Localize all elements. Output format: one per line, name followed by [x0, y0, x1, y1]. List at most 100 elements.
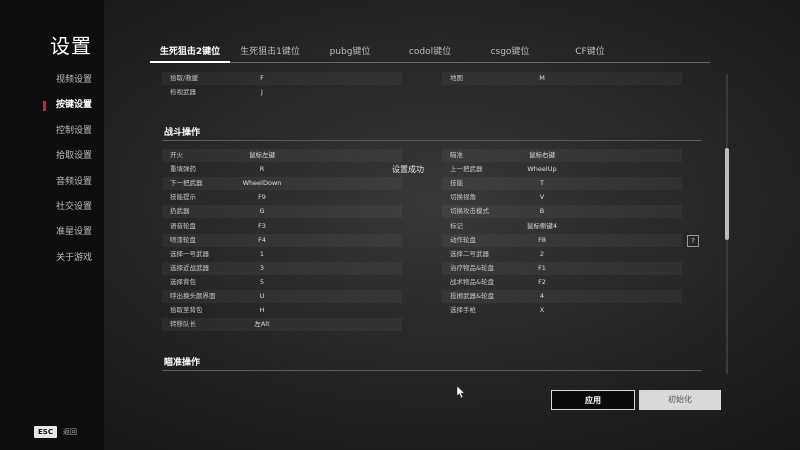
back-control[interactable]: ESC 返回: [34, 426, 77, 438]
keybind-key-value[interactable]: F: [222, 72, 302, 85]
keybind-key-value[interactable]: F8: [502, 234, 582, 247]
keybind-row[interactable]: 开火 鼠标左键: [162, 149, 402, 162]
keybind-row[interactable]: 治疗物品&轮盘 F1: [442, 261, 682, 275]
keybind-action-label: 选择一号武器: [170, 249, 209, 258]
keybind-key-value[interactable]: F4: [222, 234, 302, 247]
keybind-key-value[interactable]: 左Alt: [222, 318, 302, 331]
section-title-combat: 战斗操作: [164, 128, 201, 138]
tab-preset[interactable]: csgo键位: [470, 44, 550, 62]
keybind-row[interactable]: 切换攻击模式 B: [442, 205, 682, 219]
keybind-key-value[interactable]: R: [222, 163, 302, 176]
sidebar-item[interactable]: 社交设置: [0, 195, 104, 220]
keybind-row[interactable]: 转移队长 左Alt: [162, 318, 402, 332]
keybind-key-value[interactable]: U: [222, 290, 302, 303]
tab-preset[interactable]: pubg键位: [310, 44, 390, 62]
keybind-key-value[interactable]: 2: [502, 248, 582, 261]
keybind-key-value[interactable]: 3: [222, 262, 302, 275]
keybind-key-value[interactable]: 5: [222, 276, 302, 289]
keybind-row[interactable]: 呼出换头颜界面 U: [162, 290, 402, 303]
page-title: 设置: [50, 34, 92, 58]
keybind-row[interactable]: 拾取至背包 H: [162, 304, 402, 317]
keybind-row[interactable]: 选择近战武器 3: [162, 261, 402, 275]
keybind-action-label: 战术物品&轮盘: [450, 277, 495, 286]
keybind-row[interactable]: 瞄准 鼠标右键: [442, 149, 682, 162]
keybind-key-value[interactable]: WheelUp: [502, 163, 582, 176]
keybind-panel: 拾取/救援 F 地图 M 检视武器 J 战斗操作开火 鼠标左键 瞄准 鼠标右键重填弹药 R 上一把武器…: [162, 66, 704, 376]
keybind-row[interactable]: 重填弹药 R: [162, 163, 402, 176]
keybind-row[interactable]: 语音轮盘 F3: [162, 220, 402, 233]
keybind-key-value[interactable]: 4: [502, 290, 582, 303]
keybind-action-label: 技能: [450, 179, 463, 188]
keybind-row[interactable]: 切换视角 V: [442, 191, 682, 204]
apply-button[interactable]: 应用: [551, 390, 635, 410]
keybind-action-label: 治疗物品&轮盘: [450, 263, 495, 272]
keybind-row[interactable]: 上一把武器 WheelUp: [442, 163, 682, 176]
sidebar-item[interactable]: 关于游戏: [0, 246, 104, 271]
keybind-row[interactable]: 检视武器 J: [162, 86, 402, 99]
keybind-action-label: 投掷武器&轮盘: [450, 292, 495, 300]
scrollbar-thumb[interactable]: [725, 148, 729, 240]
keybind-key-value[interactable]: 1: [222, 248, 302, 261]
keybind-row[interactable]: 喷漆轮盘 F4: [162, 233, 402, 247]
sidebar-item[interactable]: 按键设置: [0, 93, 104, 118]
keybind-row[interactable]: 技能 T: [442, 177, 682, 191]
keybind-key-value[interactable]: F3: [222, 220, 302, 233]
keybind-key-value[interactable]: X: [502, 304, 582, 317]
keybind-key-value[interactable]: F1: [502, 262, 582, 275]
keybind-row[interactable]: 动作轮盘 F8: [442, 233, 682, 247]
keybind-row[interactable]: 地图 M: [442, 72, 682, 85]
keybind-action-label: 开火: [170, 151, 183, 159]
keybind-key-value[interactable]: B: [502, 205, 582, 218]
keybind-key-value[interactable]: 鼠标右键: [502, 149, 582, 162]
section-divider: [162, 140, 702, 141]
keybind-key-value[interactable]: 鼠标左键: [222, 149, 302, 162]
keybind-row[interactable]: 标记 鼠标侧键4: [442, 220, 682, 233]
sidebar-item[interactable]: 视频设置: [0, 68, 104, 93]
reset-button[interactable]: 初始化: [639, 390, 721, 410]
tab-preset[interactable]: CF键位: [550, 44, 630, 62]
keybind-preset-tabs: 生死狙击2键位 生死狙击1键位 pubg键位 codol键位 csgo键位 CF键位: [150, 44, 710, 63]
keybind-action-label: 呼出换头颜界面: [170, 292, 216, 300]
sidebar: 设置 视频设置 按键设置 控制设置 拾取设置 音频设置 社交设置 准星设置 关于游戏 ESC …: [0, 0, 104, 450]
keybind-action-label: 切换攻击模式: [450, 207, 489, 216]
keybind-action-label: 转移队长: [170, 320, 196, 329]
keybind-key-value[interactable]: F9: [222, 191, 302, 204]
sidebar-item[interactable]: 准星设置: [0, 220, 104, 245]
keybind-key-value[interactable]: WheelDown: [222, 177, 302, 190]
keybind-key-value[interactable]: F2: [502, 276, 582, 289]
keybind-key-value[interactable]: 鼠标侧键4: [502, 220, 582, 233]
keybind-key-value[interactable]: J: [222, 86, 302, 99]
keybind-row[interactable]: 拾取/救援 F: [162, 72, 402, 85]
keybind-row[interactable]: 选择二号武器 2: [442, 248, 682, 261]
keybind-row[interactable]: 选择一号武器 1: [162, 248, 402, 261]
keybind-key-value[interactable]: V: [502, 191, 582, 204]
sidebar-item[interactable]: 拾取设置: [0, 144, 104, 169]
keybind-key-value[interactable]: H: [222, 304, 302, 317]
keybind-row[interactable]: 下一把武器 WheelDown: [162, 177, 402, 191]
sidebar-nav: 视频设置 按键设置 控制设置 拾取设置 音频设置 社交设置 准星设置 关于游戏: [0, 68, 104, 271]
sidebar-item[interactable]: 控制设置: [0, 119, 104, 144]
toast-message: 设置成功: [392, 165, 424, 174]
tab-preset[interactable]: 生死狙击1键位: [230, 44, 310, 62]
keybind-row[interactable]: 投掷武器&轮盘 4: [442, 290, 682, 303]
keybind-row[interactable]: 技能提示 F9: [162, 191, 402, 204]
back-label[interactable]: 返回: [63, 427, 77, 437]
tab-preset[interactable]: codol键位: [390, 44, 470, 62]
keybind-action-label: 地图: [450, 74, 463, 82]
keybind-row[interactable]: 选择背包 5: [162, 276, 402, 289]
keybind-row[interactable]: 选择手枪 X: [442, 304, 682, 317]
keybind-key-value[interactable]: G: [222, 205, 302, 218]
keybind-row[interactable]: 扔武器 G: [162, 205, 402, 219]
tab-preset[interactable]: 生死狙击2键位: [150, 44, 230, 63]
keybind-key-value[interactable]: T: [502, 177, 582, 190]
keybind-key-value[interactable]: M: [502, 72, 582, 85]
keybind-action-label: 选择近战武器: [170, 263, 209, 272]
keybind-action-label: 重填弹药: [170, 165, 196, 174]
esc-key-badge[interactable]: ESC: [34, 426, 57, 438]
keybind-action-label: 拾取/救援: [170, 74, 199, 82]
keybind-action-label: 切换视角: [450, 193, 476, 202]
sidebar-item[interactable]: 音频设置: [0, 170, 104, 195]
help-icon[interactable]: ?: [687, 235, 699, 247]
keybind-row[interactable]: 战术物品&轮盘 F2: [442, 276, 682, 289]
keybind-action-label: 动作轮盘: [450, 235, 476, 244]
